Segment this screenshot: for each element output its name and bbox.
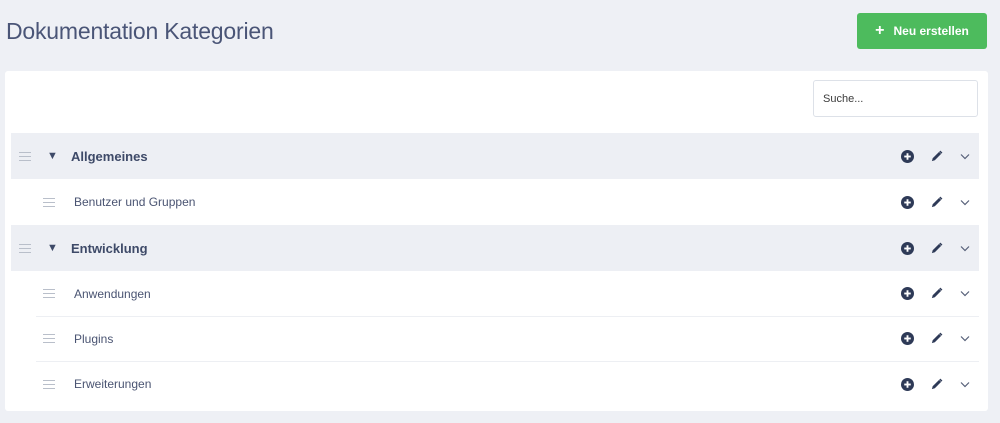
edit-icon[interactable] — [928, 286, 944, 302]
chevron-down-icon[interactable] — [957, 194, 973, 210]
chevron-down-icon[interactable] — [957, 376, 973, 392]
chevron-down-icon[interactable] — [957, 331, 973, 347]
edit-icon[interactable] — [928, 148, 944, 164]
drag-handle-icon[interactable] — [19, 151, 31, 161]
add-icon[interactable] — [899, 148, 915, 164]
plus-icon: + — [875, 22, 885, 39]
add-icon[interactable] — [899, 376, 915, 392]
category-row-plugins: Plugins — [36, 316, 979, 362]
collapse-toggle-icon[interactable]: ▼ — [47, 242, 59, 254]
drag-handle-icon[interactable] — [43, 197, 55, 207]
category-label: Allgemeines — [71, 148, 148, 164]
category-card: ▼ Allgemeines Benutzer und Gruppen ▼ Ent… — [5, 71, 988, 411]
edit-icon[interactable] — [928, 240, 944, 256]
drag-handle-icon[interactable] — [43, 334, 55, 343]
chevron-down-icon[interactable] — [957, 240, 973, 256]
add-icon[interactable] — [899, 286, 915, 302]
add-icon[interactable] — [899, 331, 915, 347]
category-label: Erweiterungen — [74, 377, 152, 391]
chevron-down-icon[interactable] — [957, 148, 973, 164]
category-label: Benutzer und Gruppen — [74, 195, 196, 209]
edit-icon[interactable] — [928, 376, 944, 392]
edit-icon[interactable] — [928, 194, 944, 210]
new-button-label: Neu erstellen — [893, 24, 969, 38]
collapse-toggle-icon[interactable]: ▼ — [47, 150, 59, 162]
new-button[interactable]: + Neu erstellen — [857, 13, 987, 49]
edit-icon[interactable] — [928, 331, 944, 347]
category-label: Entwicklung — [71, 240, 148, 256]
add-icon[interactable] — [899, 240, 915, 256]
category-row-entwicklung: ▼ Entwicklung — [11, 225, 979, 271]
drag-handle-icon[interactable] — [19, 243, 31, 253]
category-row-anwendungen: Anwendungen — [36, 271, 979, 317]
drag-handle-icon[interactable] — [43, 379, 55, 389]
add-icon[interactable] — [899, 194, 915, 210]
category-label: Anwendungen — [74, 286, 151, 301]
chevron-down-icon[interactable] — [957, 286, 973, 302]
category-label: Plugins — [74, 331, 114, 346]
page-title: Dokumentation Kategorien — [6, 18, 274, 44]
search-input[interactable] — [813, 80, 978, 117]
drag-handle-icon[interactable] — [43, 289, 55, 298]
category-row-allgemeines: ▼ Allgemeines — [11, 133, 979, 179]
category-row-benutzer-und-gruppen: Benutzer und Gruppen — [36, 179, 979, 225]
category-row-erweiterungen: Erweiterungen — [36, 361, 979, 407]
